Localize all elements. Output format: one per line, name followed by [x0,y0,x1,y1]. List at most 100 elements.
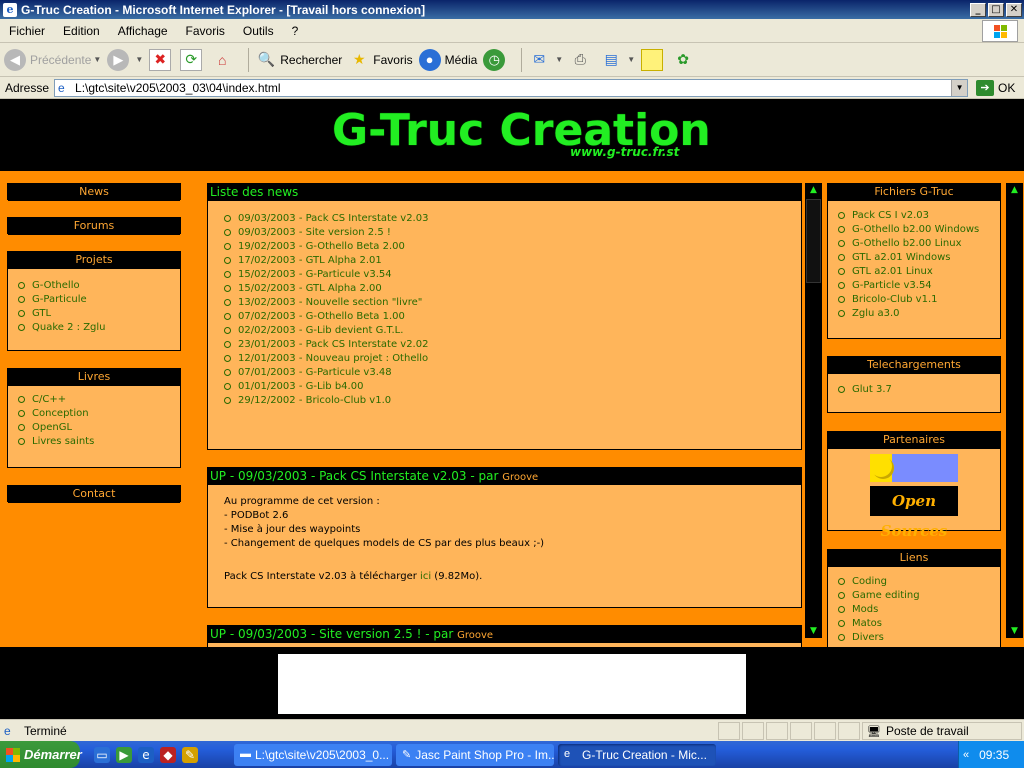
news-link[interactable]: 07/02/2003 - G-Othello Beta 1.00 [238,311,405,322]
chevron-down-icon[interactable]: ▼ [93,55,101,64]
list-item[interactable]: Pack CS I v2.03 [838,208,1000,222]
list-item[interactable]: 17/02/2003 - GTL Alpha 2.01 [224,253,801,267]
link-g-othello[interactable]: G-Othello [32,280,80,291]
link-glut[interactable]: Glut 3.7 [852,384,892,395]
task-paintshop[interactable]: ✎ Jasc Paint Shop Pro - Im... [396,743,554,766]
menu-help[interactable]: ? [283,24,308,38]
link-g-particule[interactable]: G-Particule [32,294,87,305]
scroll-up-icon[interactable]: ▲ [1006,183,1023,197]
list-item[interactable]: 13/02/2003 - Nouvelle section "livre" [224,295,801,309]
banner-ad[interactable] [278,654,746,714]
list-item[interactable]: 12/01/2003 - Nouveau projet : Othello [224,351,801,365]
list-item[interactable]: 01/01/2003 - G-Lib b4.00 [224,379,801,393]
fichier-link[interactable]: G-Particle v3.54 [852,280,932,291]
lien-link[interactable]: Matos [852,618,882,629]
news-link[interactable]: 13/02/2003 - Nouvelle section "livre" [238,297,422,308]
task-explorer[interactable]: ▬ L:\gtc\site\v205\2003_0... [234,743,392,766]
chevron-down-icon[interactable]: ▼ [135,55,143,64]
news-link[interactable]: 09/03/2003 - Site version 2.5 ! [238,227,391,238]
paint-icon[interactable]: ✎ [182,746,198,763]
news-link[interactable]: 09/03/2003 - Pack CS Interstate v2.03 [238,213,428,224]
link-quake2-zglu[interactable]: Quake 2 : Zglu [32,322,106,333]
discuss-button[interactable] [641,48,666,71]
list-item[interactable]: 09/03/2003 - Pack CS Interstate v2.03 [224,211,801,225]
chevron-left-icon[interactable]: « [963,749,969,761]
news-link[interactable]: 02/02/2003 - G-Lib devient G.T.L. [238,325,403,336]
start-button[interactable]: Démarrer [0,741,82,768]
minimize-button[interactable]: _ [970,2,986,17]
nav-forums[interactable]: Forums [7,217,181,235]
list-item[interactable]: 29/12/2002 - Bricolo-Club v1.0 [224,393,801,407]
nav-news[interactable]: News [7,183,181,201]
lien-link[interactable]: Divers [852,632,884,643]
scroll-down-icon[interactable]: ▼ [805,624,822,638]
list-item[interactable]: 15/02/2003 - G-Particule v3.54 [224,267,801,281]
back-button[interactable]: ◀ Précédente ▼ [4,48,101,71]
news-link[interactable]: 12/01/2003 - Nouveau projet : Othello [238,353,428,364]
link-conception[interactable]: Conception [32,408,89,419]
list-item[interactable]: 09/03/2003 - Site version 2.5 ! [224,225,801,239]
lien-link[interactable]: Game editing [852,590,920,601]
list-item[interactable]: C/C++ [18,392,180,406]
news-link[interactable]: 23/01/2003 - Pack CS Interstate v2.02 [238,339,428,350]
scroll-down-icon[interactable]: ▼ [1006,624,1023,638]
desktop-icon[interactable]: ▭ [94,746,110,763]
list-item[interactable]: 19/02/2003 - G-Othello Beta 2.00 [224,239,801,253]
menu-affichage[interactable]: Affichage [109,24,177,38]
window-titlebar[interactable]: e G-Truc Creation - Microsoft Internet E… [0,0,1024,19]
download-link[interactable]: ici [420,571,431,582]
list-item[interactable]: 07/01/2003 - G-Particule v3.48 [224,365,801,379]
scroll-up-icon[interactable]: ▲ [805,183,822,197]
list-item[interactable]: GTL a2.01 Windows [838,250,1000,264]
chevron-down-icon[interactable]: ▼ [951,79,968,96]
scroll-thumb[interactable] [806,199,821,283]
news-link[interactable]: 15/02/2003 - GTL Alpha 2.00 [238,283,382,294]
lien-link[interactable]: Mods [852,604,878,615]
close-button[interactable]: ✕ [1006,2,1022,17]
list-item[interactable]: Zglu a3.0 [838,306,1000,320]
news-link[interactable]: 29/12/2002 - Bricolo-Club v1.0 [238,395,391,406]
stop-button[interactable]: ✖ [149,48,174,71]
maximize-button[interactable]: □ [988,2,1004,17]
history-button[interactable]: ◷ [483,48,509,71]
list-item[interactable]: Conception [18,406,180,420]
mail-button[interactable]: ✉ ▼ [528,49,563,71]
fichier-link[interactable]: GTL a2.01 Windows [852,252,950,263]
list-item[interactable]: G-Othello b2.00 Windows [838,222,1000,236]
refresh-button[interactable]: ⟳ [180,48,205,71]
favorites-button[interactable]: ★ Favoris [348,49,413,71]
news-link[interactable]: 07/01/2003 - G-Particule v3.48 [238,367,392,378]
search-button[interactable]: 🔍 Rechercher [255,49,343,71]
article-author[interactable]: Groove [502,472,538,483]
article-2-author[interactable]: Groove [457,630,493,641]
nav-contact[interactable]: Contact [7,485,181,503]
link-livres-saints[interactable]: Livres saints [32,436,94,447]
home-button[interactable]: ⌂ [211,49,236,71]
menu-outils[interactable]: Outils [234,24,283,38]
list-item[interactable]: GTL a2.01 Linux [838,264,1000,278]
list-item[interactable]: Coding [838,574,1000,588]
list-item[interactable]: OpenGL [18,420,180,434]
list-item[interactable]: 07/02/2003 - G-Othello Beta 1.00 [224,309,801,323]
clock[interactable]: 09:35 [979,748,1009,762]
task-ie[interactable]: e G-Truc Creation - Mic... [558,743,716,766]
list-item[interactable]: G-Particule [18,292,180,306]
news-link[interactable]: 01/01/2003 - G-Lib b4.00 [238,381,363,392]
lien-link[interactable]: Coding [852,576,887,587]
list-item[interactable]: 15/02/2003 - GTL Alpha 2.00 [224,281,801,295]
fichier-link[interactable]: Pack CS I v2.03 [852,210,929,221]
forward-button[interactable]: ▶ ▼ [107,48,143,71]
news-link[interactable]: 19/02/2003 - G-Othello Beta 2.00 [238,241,405,252]
list-item[interactable]: 23/01/2003 - Pack CS Interstate v2.02 [224,337,801,351]
media-button[interactable]: ● Média [418,48,477,71]
print-button[interactable]: ⎙ [569,49,594,71]
fichier-link[interactable]: GTL a2.01 Linux [852,266,933,277]
chevron-down-icon[interactable]: ▼ [555,55,563,64]
partner-logo-opensources[interactable]: Open Sources [870,486,958,540]
menu-edition[interactable]: Edition [54,24,109,38]
link-cpp[interactable]: C/C++ [32,394,66,405]
list-item[interactable]: Glut 3.7 [838,382,1000,396]
menu-fichier[interactable]: Fichier [0,24,54,38]
link-gtl[interactable]: GTL [32,308,51,319]
menu-favoris[interactable]: Favoris [177,24,234,38]
